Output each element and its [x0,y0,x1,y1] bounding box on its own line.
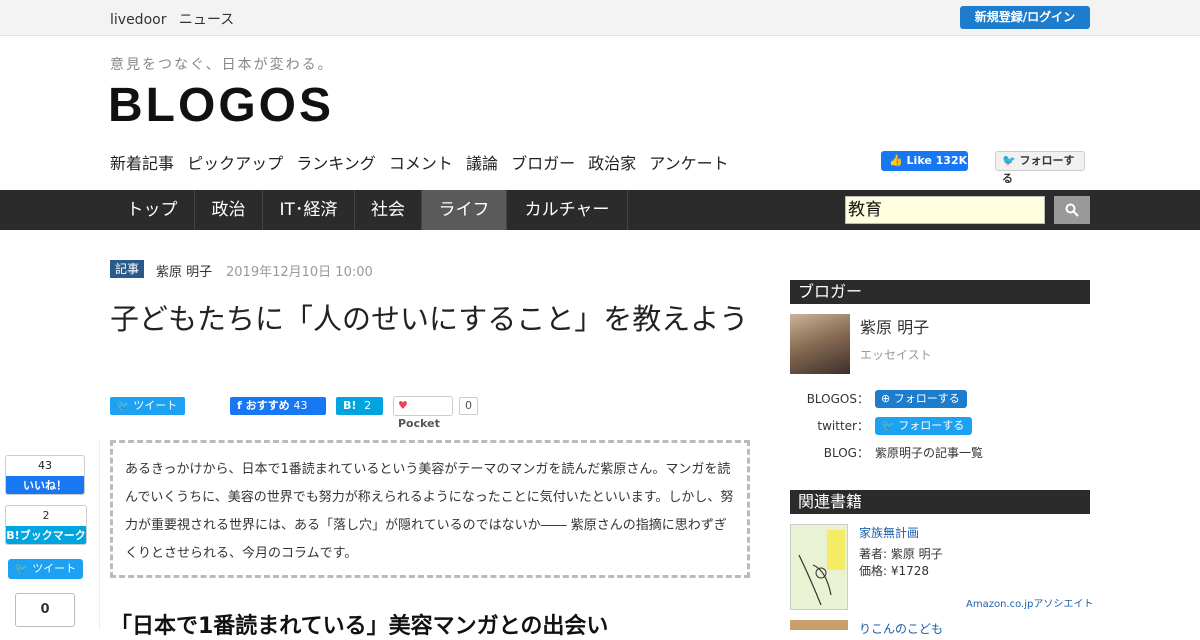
article-date: 2019年12月10日 10:00 [226,265,373,280]
search-button[interactable] [1054,196,1090,224]
register-login-button[interactable]: 新規登録/ログイン [960,6,1090,29]
floating-hb-label: B!ブックマーク [6,526,86,544]
blogos-follow-button[interactable]: ⊕ フォローする [875,390,967,408]
twitter-label: twitter： [817,419,869,433]
book2-cover[interactable] [790,620,848,630]
pocket-icon: ♥ [398,399,408,412]
floating-tweet-button[interactable]: 🐦 ツイート [8,559,83,579]
blogger-avatar[interactable] [790,314,850,374]
subnav-blogger[interactable]: ブロガー [511,154,575,173]
twitter-bird-icon: 🐦 [14,562,29,575]
floating-hb-count: 2 [42,509,50,522]
hatena-icon: B! [343,399,357,412]
blogos-logo[interactable]: BLOGOS [108,78,334,133]
subnav-ranking[interactable]: ランキング [296,154,376,173]
tab-culture[interactable]: カルチャー [507,190,628,230]
twitter-follow-button[interactable]: 🐦 フォローする [995,151,1085,185]
blog-articles-link[interactable]: 紫原明子の記事一覧 [875,444,983,461]
article-author[interactable]: 紫原 明子 [156,261,212,280]
facebook-recommend-button[interactable]: f おすすめ 43 [230,397,326,415]
floating-tweet-label: ツイート [32,562,77,575]
subnav-debate[interactable]: 議論 [466,154,498,173]
article-tag: 記事 [110,260,145,278]
twitter-bird-icon: 🐦 [881,419,895,432]
floating-facebook-like[interactable]: 43 いいね！ [5,455,85,495]
blog-label: BLOG： [823,446,869,460]
blogos-label: BLOGOS： [806,392,869,406]
book-meta: 著者: 紫原 明子 価格: ¥1728 [859,546,943,580]
related-books-heading: 関連書籍 [790,490,1090,514]
fb-like-label: Like 132K [906,154,968,167]
facebook-icon: f [237,399,242,412]
fb-recommend-count: 43 [293,399,308,412]
book-cover[interactable] [790,524,848,610]
floating-hatena-bookmark[interactable]: 2 B!ブックマーク [5,505,87,545]
book-title-link[interactable]: 家族無計画 [859,524,919,541]
tab-top[interactable]: トップ [110,190,195,230]
facebook-like-button[interactable]: 👍 Like 132K [881,151,968,171]
book-author: 著者: 紫原 明子 [859,547,943,561]
hatena-count: 2 [364,399,372,412]
twitter-bird-icon: 🐦 [116,399,130,412]
livedoor-news-logo[interactable]: livedoor ニュース [110,9,242,29]
plus-icon: ⊕ [881,392,891,405]
tab-society[interactable]: 社会 [355,190,422,230]
subnav-politician[interactable]: 政治家 [588,154,636,173]
tweet-button[interactable]: 🐦 ツイート [110,397,185,415]
news-label: ニュース [178,12,235,28]
twitter-bird-icon: 🐦 [1002,154,1016,167]
hatena-bookmark-button[interactable]: B! 2 [336,397,383,415]
article-heading: 「日本で1番読まれている」美容マンガとの出会い [110,614,609,639]
floating-pocket-button[interactable]: 0 [15,593,75,627]
book-cover-illustration [798,530,845,606]
top-bar: livedoor ニュース 新規登録/ログイン [0,0,1200,36]
tweet-label: ツイート [133,399,178,412]
tab-life[interactable]: ライフ [422,190,507,230]
subnav-survey[interactable]: アンケート [649,154,728,173]
floating-fb-count: 43 [38,459,52,472]
blogos-follow-label: フォローする [893,392,960,405]
floating-fb-label: いいね！ [6,476,84,494]
book-price: 価格: ¥1728 [859,564,930,578]
sidebar-twitter-follow-label: フォローする [898,419,965,432]
subnav-new[interactable]: 新着記事 [110,154,174,173]
fb-recommend-label: おすすめ [245,399,290,412]
amazon-associate-link[interactable]: Amazon.co.jpアソシエイト [966,595,1093,610]
search-input[interactable]: 教育 [845,196,1045,224]
blogger-role: エッセイスト [860,348,932,362]
article-title: 子どもたちに「人のせいにすること」を教えよう [110,302,749,336]
sub-navigation: 新着記事 ピックアップ ランキング コメント 議論 ブロガー 政治家 アンケート [110,150,737,174]
subnav-comment[interactable]: コメント [389,154,453,173]
article-lead: あるきっかけから、日本で1番読まれているという美容がテーマのマンガを読んだ紫原さ… [110,440,750,578]
book2-title-link[interactable]: りこんのこども [859,620,943,637]
subnav-pickup[interactable]: ピックアップ [187,154,283,173]
pocket-label: Pocket [398,417,440,430]
blogger-name[interactable]: 紫原 明子 [860,314,929,338]
pocket-count: 0 [459,397,478,415]
tab-it-economy[interactable]: IT･経済 [263,190,355,230]
tagline: 意見をつなぐ、日本が変わる。 [110,57,334,73]
sidebar-twitter-follow-button[interactable]: 🐦 フォローする [875,417,972,435]
search-icon [1065,203,1079,217]
blogger-heading: ブロガー [790,280,1090,304]
tab-politics[interactable]: 政治 [195,190,263,230]
thumbs-up-icon: 👍 [889,154,903,167]
livedoor-label: livedoor [110,12,167,28]
pocket-button[interactable]: ♥ Pocket [393,396,453,430]
